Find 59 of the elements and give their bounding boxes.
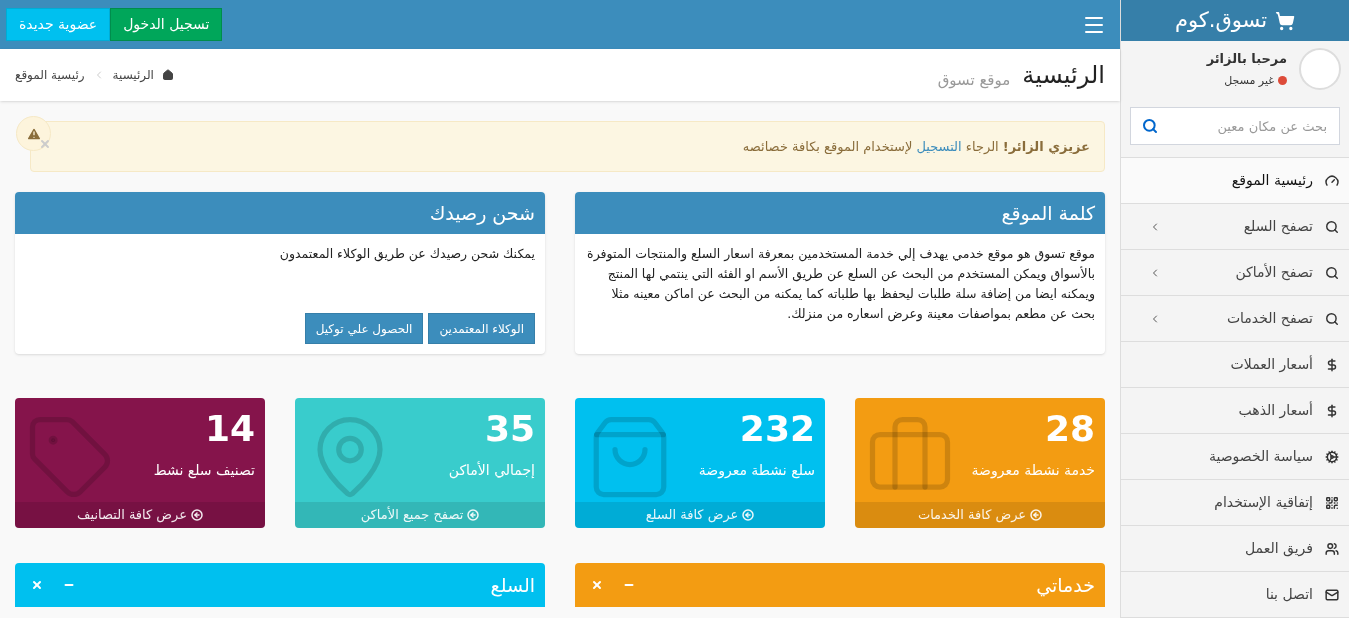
menu-item[interactable]: فريق العمل [1121, 526, 1349, 572]
arrow-circle-icon [742, 509, 755, 521]
box-text: موقع تسوق هو موقع خدمي يهدف إلي خدمة المستخدمين بمعرفة اسعار السلع والمنتجات المتوفرة بالأسواق ويمكن المستخدم من البحث عن السلع عن طريق الأسم او الفئه التي ينتمي لها المنتج ويمكنه ايضا من إضافة سلة طلبات ليحفظ بها طلباته كما يمكنه من البحث عن اماكن معينه مثلا بحث عن مطعم بمواصفات معينة وعرض اسعاره من منزلك. [586, 245, 1095, 324]
dollar-icon [1325, 357, 1339, 372]
menu-item[interactable]: تصفح السلع [1121, 204, 1349, 250]
breadcrumb-item[interactable]: الرئيسية [112, 66, 154, 84]
box-title: كلمة الموقع [1001, 200, 1095, 227]
user-greeting: مرحبا بالزائر [1206, 50, 1287, 69]
menu-item[interactable]: اتصل بنا [1121, 572, 1349, 618]
menu-item[interactable]: تصفح الخدمات [1121, 296, 1349, 342]
stat-label: إجمالي الأماكن [448, 460, 535, 481]
arrow-circle-icon [467, 509, 480, 521]
page-subtitle: موقع تسوق [937, 69, 1011, 91]
stat-label: تصنيف سلع نشط [153, 461, 255, 481]
box-text: يمكنك شحن رصيدك عن طريق الوكلاء المعتمدون [278, 245, 535, 264]
stat-value: 232 [738, 407, 815, 451]
stat-link[interactable]: عرض كافة التصانيف [15, 502, 265, 528]
qr-code-icon [1325, 495, 1339, 510]
stat-value: 35 [483, 407, 535, 451]
stat-label: سلع نشطة معروضة [698, 461, 815, 481]
close-icon[interactable] [31, 579, 43, 591]
warning-icon [25, 125, 42, 142]
action-button[interactable]: الوكلاء المعتمدين [428, 313, 535, 344]
stat-value: 28 [1043, 407, 1095, 451]
search-icon[interactable] [1142, 118, 1158, 134]
panel-title: السلع [490, 572, 535, 599]
menu-item[interactable]: سياسة الخصوصية [1121, 434, 1349, 480]
arrow-circle-icon [191, 509, 203, 521]
menu-item[interactable]: أسعار العملات [1121, 342, 1349, 388]
menu-item[interactable]: تصفح الأماكن [1121, 250, 1349, 296]
search-icon [1325, 265, 1339, 280]
action-button[interactable]: الحصول علي توكيل [304, 313, 424, 344]
menu-item[interactable]: أسعار الذهب [1121, 388, 1349, 434]
stat-value: 14 [203, 407, 255, 451]
site-logo[interactable]: تسوق.كوم [1174, 4, 1268, 37]
avatar [1299, 48, 1341, 91]
close-icon[interactable] [39, 138, 51, 150]
menu-item[interactable]: إتفاقية الإستخدام [1121, 480, 1349, 526]
panel-title: خدماتي [1036, 572, 1095, 599]
home-icon [161, 69, 174, 81]
cart-icon [1275, 10, 1296, 31]
page-title: الرئيسية [1022, 60, 1105, 91]
close-icon[interactable] [591, 579, 603, 591]
search-field[interactable]: بحث عن مكان معين [1130, 107, 1340, 145]
gauge-icon [1325, 173, 1339, 188]
envelope-icon [1325, 587, 1339, 602]
register-link[interactable]: التسجيل [916, 138, 962, 154]
search-icon [1325, 219, 1339, 234]
box-title: شحن رصيدك [429, 200, 535, 227]
user-status: غير مسجل [1224, 72, 1274, 89]
dollar-icon [1325, 403, 1339, 418]
users-icon [1325, 541, 1339, 556]
gears-icon [1325, 449, 1339, 464]
menu-item[interactable]: رئيسية الموقع [1121, 158, 1349, 204]
stat-label: خدمة نشطة معروضة [971, 461, 1095, 481]
alert-message: عزيزي الزائر! الرجاء التسجيل لإستخدام الموقع بكافة خصائصه [742, 137, 1090, 157]
search-icon [1325, 311, 1339, 326]
arrow-circle-icon [1030, 509, 1043, 521]
breadcrumb-item: رئيسية الموقع [15, 67, 85, 84]
